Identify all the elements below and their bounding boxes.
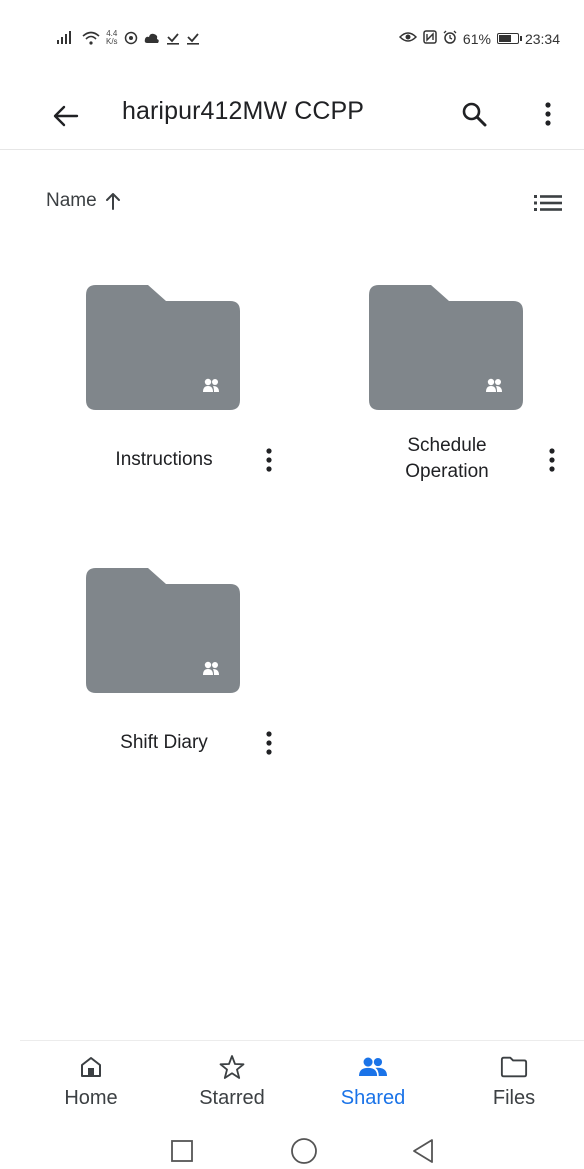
status-bar: 4.4 K/s 61% 23:34 <box>0 0 584 80</box>
folder-item[interactable]: Schedule Operation <box>325 285 565 525</box>
list-view-icon <box>534 195 562 211</box>
status-left: 4.4 K/s <box>56 30 200 46</box>
alarm-icon <box>443 30 457 47</box>
system-navigation-bar <box>0 1130 584 1169</box>
more-vert-icon <box>266 731 272 755</box>
nfc-icon <box>423 30 437 47</box>
nav-home[interactable]: Home <box>36 1053 146 1123</box>
battery-percent: 61% <box>462 30 491 47</box>
cloud-icon <box>144 32 160 44</box>
folder-name-line: Operation <box>405 461 489 482</box>
circle-icon <box>291 1138 317 1164</box>
nav-label: Home <box>64 1087 118 1109</box>
more-options-button[interactable] <box>530 94 566 134</box>
nav-files[interactable]: Files <box>459 1053 569 1123</box>
star-icon <box>218 1053 246 1081</box>
nav-starred[interactable]: Starred <box>177 1053 287 1123</box>
search-button[interactable] <box>454 94 494 134</box>
arrow-upward-icon <box>105 193 120 210</box>
folder-item[interactable]: Shift Diary <box>42 568 282 808</box>
bottom-navigation: Home Starred Shared Files <box>20 1040 584 1126</box>
home-icon <box>77 1053 105 1081</box>
network-speed-unit: K/s <box>106 37 118 46</box>
shared-folder-icon <box>86 568 240 693</box>
page-title: haripur412MW CCPP <box>122 97 365 125</box>
sort-label: Name <box>46 190 97 211</box>
folder-more-button[interactable] <box>255 723 283 763</box>
battery-icon <box>496 33 522 44</box>
folder-more-button[interactable] <box>255 440 283 480</box>
more-vert-icon <box>549 448 555 472</box>
sort-row: Name <box>0 178 584 228</box>
folder-name: Instructions <box>94 447 234 473</box>
signal-icon <box>56 31 76 45</box>
list-view-button[interactable] <box>530 188 566 218</box>
arrow-back-icon <box>53 105 79 127</box>
battery-level-fill <box>498 35 512 42</box>
folder-more-button[interactable] <box>538 440 566 480</box>
nav-shared[interactable]: Shared <box>318 1053 428 1123</box>
hotspot-icon <box>124 31 138 45</box>
download-done-icon <box>166 31 180 45</box>
back-system-button[interactable] <box>408 1136 438 1166</box>
square-icon <box>171 1140 193 1162</box>
more-vert-icon <box>266 448 272 472</box>
nav-label: Files <box>492 1087 536 1109</box>
folder-name-line: Instructions <box>115 449 213 470</box>
app-bar: haripur412MW CCPP <box>0 80 584 150</box>
status-right: 61% 23:34 <box>398 30 560 47</box>
clock-time: 23:34 <box>524 30 560 47</box>
shared-folder-icon <box>86 285 240 410</box>
folder-name-line: Schedule <box>407 435 487 456</box>
shared-people-icon <box>359 1053 387 1081</box>
eye-comfort-icon <box>398 30 417 47</box>
nav-label: Starred <box>199 1087 265 1109</box>
triangle-back-icon <box>413 1139 433 1163</box>
more-vert-icon <box>545 102 551 126</box>
folder-name: Shift Diary <box>94 730 234 756</box>
folder-item[interactable]: Instructions <box>42 285 282 525</box>
network-speed: 4.4 K/s <box>106 30 118 46</box>
folder-icon <box>500 1053 528 1081</box>
folder-name-line: Shift Diary <box>120 732 208 753</box>
shared-folder-icon <box>369 285 523 410</box>
download-done-icon <box>186 31 200 45</box>
home-system-button[interactable] <box>289 1136 319 1166</box>
recents-button[interactable] <box>167 1136 197 1166</box>
wifi-icon <box>82 31 100 45</box>
search-icon <box>462 102 487 127</box>
sort-by-name-button[interactable]: Name <box>46 190 121 212</box>
folder-name: Schedule Operation <box>377 433 517 485</box>
nav-label: Shared <box>340 1087 406 1109</box>
back-button[interactable] <box>48 98 84 134</box>
